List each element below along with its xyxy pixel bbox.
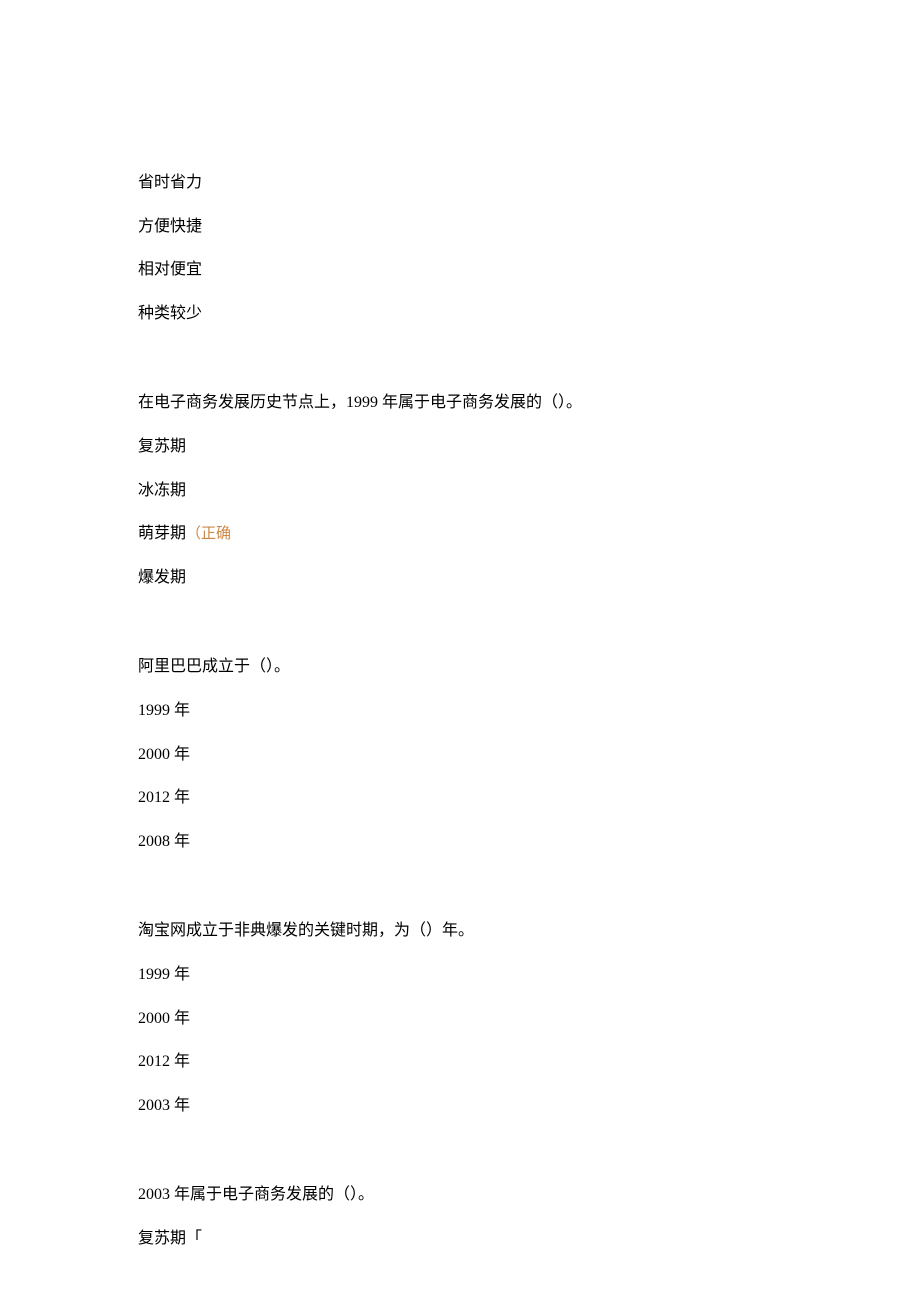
q4-option-2: 2000 年 — [138, 1006, 920, 1032]
q5-question: 2003 年属于电子商务发展的（）。 — [138, 1182, 920, 1208]
q3-option-3: 2012 年 — [138, 785, 920, 811]
q2-option-4: 爆发期 — [138, 565, 920, 591]
q3-option-4: 2008 年 — [138, 829, 920, 855]
q2-option-1: 复苏期 — [138, 434, 920, 460]
q4-option-1: 1999 年 — [138, 962, 920, 988]
q2-option-3-text: 萌芽期 — [138, 525, 186, 542]
q4-question: 淘宝网成立于非典爆发的关键时期，为（）年。 — [138, 918, 920, 944]
q1-option-2: 方便快捷 — [138, 214, 920, 240]
q1-option-4: 种类较少 — [138, 301, 920, 327]
q2-option-3: 萌芽期（正确 — [138, 521, 920, 547]
q4-option-3: 2012 年 — [138, 1049, 920, 1075]
q3-option-2: 2000 年 — [138, 742, 920, 768]
q1-option-3: 相对便宜 — [138, 257, 920, 283]
q4-option-4: 2003 年 — [138, 1093, 920, 1119]
q3-question: 阿里巴巴成立于（）。 — [138, 654, 920, 680]
q1-option-1: 省时省力 — [138, 170, 920, 196]
q2-annotation: （正确 — [186, 526, 231, 542]
q3-option-1: 1999 年 — [138, 698, 920, 724]
q2-option-2: 冰冻期 — [138, 478, 920, 504]
q5-option-1: 复苏期「 — [138, 1226, 920, 1252]
q2-question: 在电子商务发展历史节点上，1999 年属于电子商务发展的（）。 — [138, 390, 920, 416]
